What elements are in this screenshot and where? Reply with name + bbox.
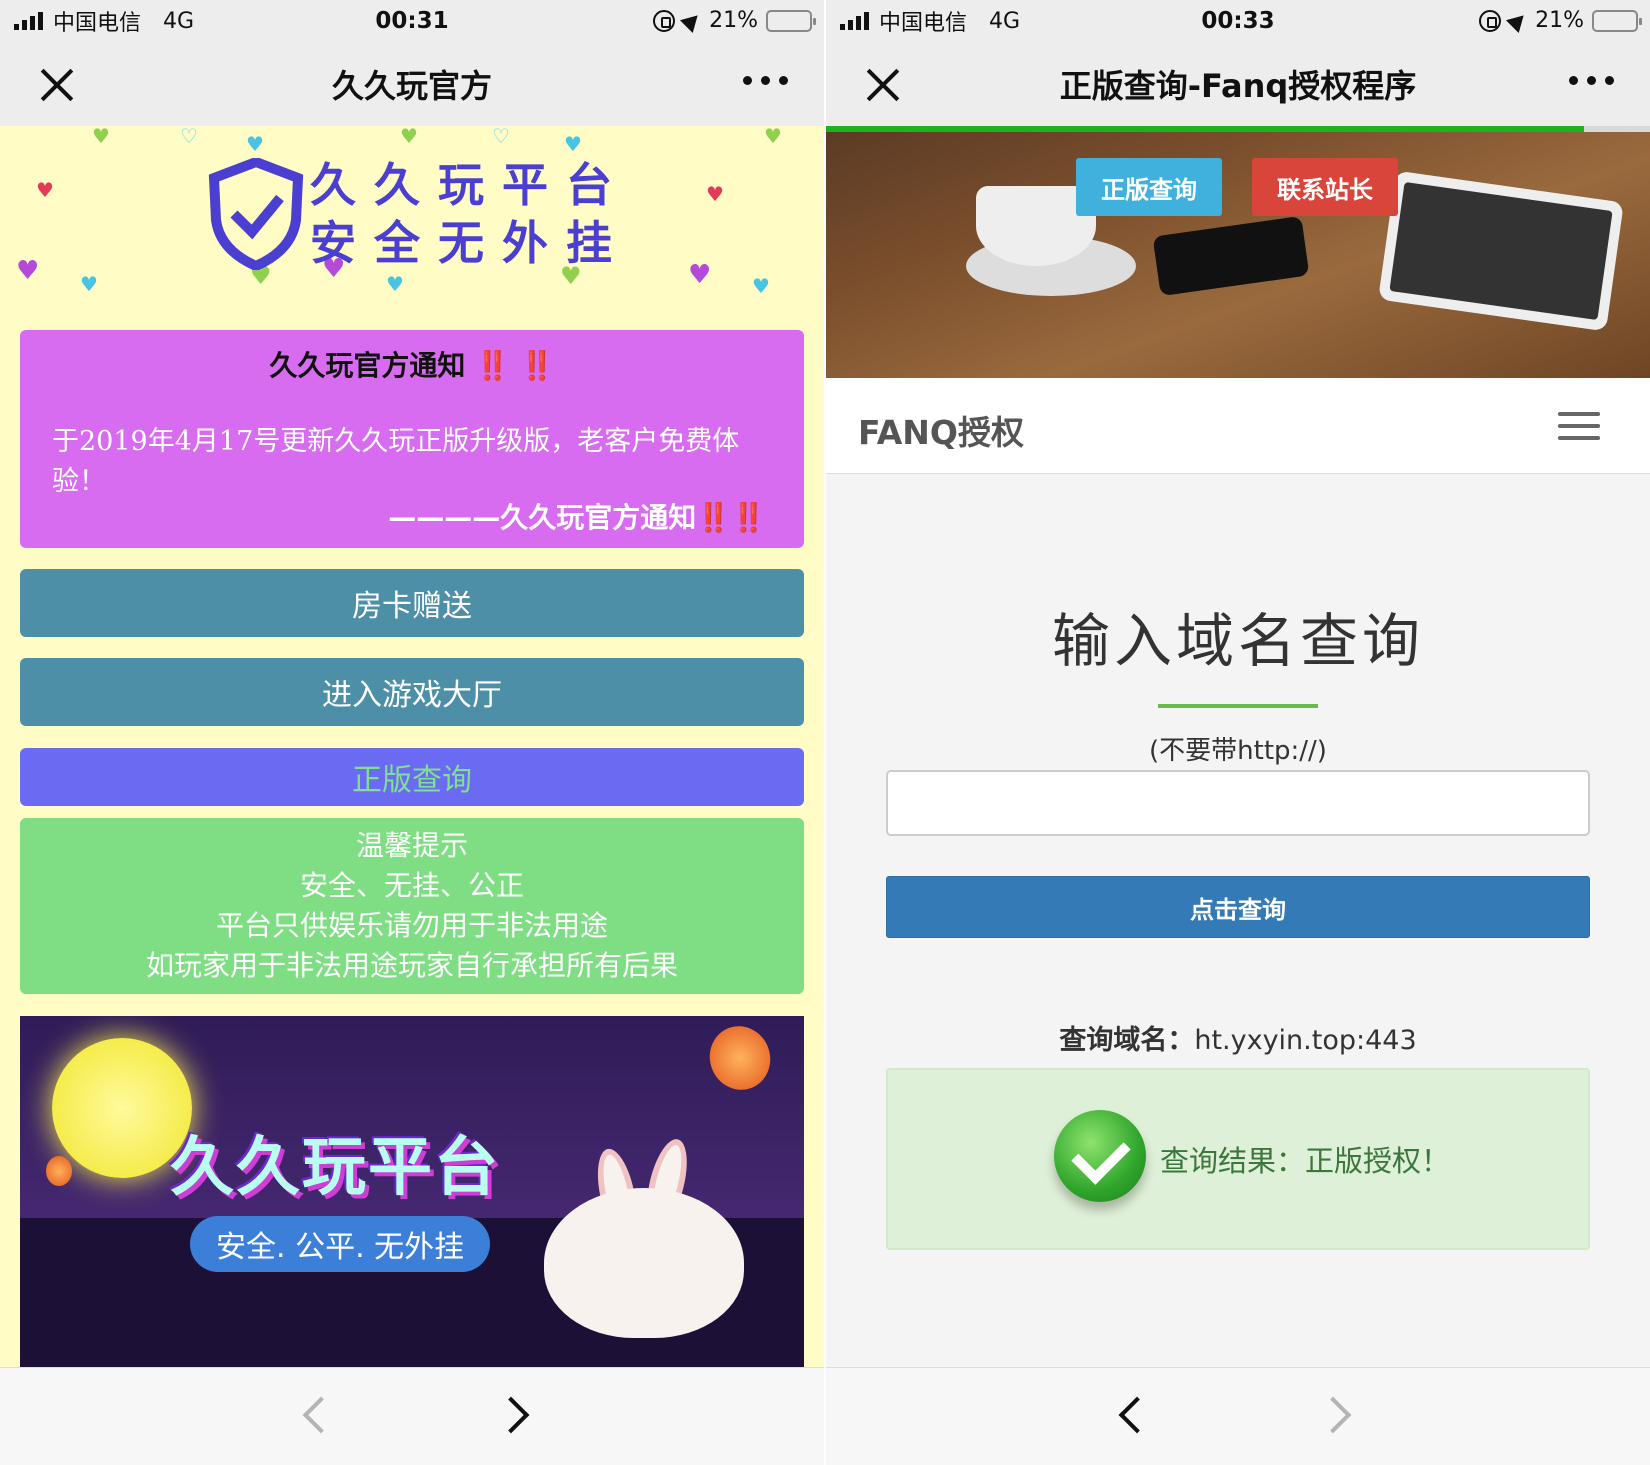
status-bar: 中国电信 4G 00:33 21%	[826, 0, 1650, 42]
site-brand[interactable]: FANQ授权	[858, 406, 1024, 454]
rotation-lock-icon	[653, 9, 676, 32]
query-heading: 输入域名查询	[1051, 607, 1424, 675]
heart-decoration-icon: ♥	[16, 256, 40, 286]
signal-icon	[14, 12, 43, 30]
close-icon[interactable]	[40, 68, 74, 102]
forward-arrow-icon[interactable]	[496, 1398, 530, 1432]
heart-decoration-icon: ♥	[80, 272, 98, 296]
carrier-label: 中国电信	[879, 11, 968, 36]
tips-line: 如玩家用于非法用途玩家自行承担所有后果	[145, 949, 678, 982]
page-load-progress	[826, 126, 1650, 132]
carrier-label: 中国电信	[53, 11, 142, 36]
room-card-gift-button[interactable]: 房卡赠送	[20, 569, 804, 637]
page-title: 正版查询-Fanq授权程序	[1059, 67, 1417, 105]
platform-logo: 久久玩平台 安全无外挂	[208, 156, 630, 272]
queried-domain-label: 查询域名：	[1059, 1025, 1195, 1056]
battery-icon	[1592, 9, 1642, 32]
hero-image: 正版查询 联系站长	[826, 126, 1650, 378]
notice-body: 于2019年4月17号更新久久玩正版升级版，老客户免费体验！	[52, 426, 740, 497]
notice-title: 久久玩官方通知	[269, 349, 466, 382]
battery-percent: 21%	[1535, 8, 1584, 33]
queried-domain-value: ht.yxyin.top:443	[1194, 1025, 1417, 1056]
tips-panel: 温馨提示 安全、无挂、公正 平台只供娱乐请勿用于非法用途 如玩家用于非法用途玩家…	[20, 818, 804, 994]
heart-decoration-icon: ♥	[92, 126, 110, 148]
verify-genuine-button[interactable]: 正版查询	[1076, 158, 1222, 216]
heart-decoration-icon: ♥	[386, 272, 404, 296]
battery-percent: 21%	[709, 8, 758, 33]
lantern-illustration	[46, 1156, 72, 1186]
heart-decoration-icon: ♥	[706, 182, 724, 206]
signal-icon	[840, 12, 869, 30]
forward-arrow-icon[interactable]	[1318, 1398, 1352, 1432]
page-title: 久久玩官方	[331, 67, 492, 105]
tips-line: 平台只供娱乐请勿用于非法用途	[215, 909, 608, 942]
heading-underline	[1158, 704, 1318, 708]
double-exclamation-icon: ‼️ ‼️	[475, 349, 555, 382]
query-result-alert: 查询结果：正版授权！	[886, 1068, 1590, 1250]
query-hint: (不要带http://)	[1149, 736, 1327, 766]
notice-signature: ————久久玩官方通知	[388, 501, 697, 534]
heart-decoration-icon: ♥	[752, 274, 770, 298]
check-circle-icon	[1054, 1110, 1146, 1202]
site-navbar: FANQ授权	[826, 378, 1650, 474]
banner-title: 久久玩平台	[170, 1131, 500, 1205]
heart-decoration-icon: ♥	[764, 126, 782, 148]
browser-toolbar	[0, 1367, 824, 1465]
network-label: 4G	[989, 8, 1021, 34]
heart-decoration-icon: ♥	[36, 178, 54, 202]
tablet-illustration	[1378, 170, 1624, 332]
location-icon	[680, 8, 705, 33]
browser-toolbar	[826, 1367, 1650, 1465]
heart-decoration-icon: ♡	[180, 126, 198, 148]
screenshot-composite: 中国电信 4G 00:31 21% 久久玩官方 ♥ ♡ ♥ ♥ ♡ ♥ ♥ ♥ …	[0, 0, 1650, 1465]
logo-line-1: 久久玩平台	[310, 158, 630, 212]
rotation-lock-icon	[1479, 9, 1502, 32]
domain-input[interactable]	[886, 770, 1590, 836]
query-button[interactable]: 点击查询	[886, 876, 1590, 938]
left-phone-screen: 中国电信 4G 00:31 21% 久久玩官方 ♥ ♡ ♥ ♥ ♡ ♥ ♥ ♥ …	[0, 0, 824, 1465]
query-result-text: 查询结果：正版授权！	[1160, 1144, 1451, 1178]
hamburger-menu-icon[interactable]	[1558, 412, 1600, 448]
right-phone-screen: 中国电信 4G 00:33 21% 正版查询-Fanq授权程序 正版查询 联系站…	[826, 0, 1650, 1465]
back-arrow-icon[interactable]	[1116, 1398, 1150, 1432]
status-bar: 中国电信 4G 00:31 21%	[0, 0, 824, 42]
heart-decoration-icon: ♥	[688, 260, 712, 290]
verify-genuine-button[interactable]: 正版查询	[20, 748, 804, 806]
nav-bar: 久久玩官方	[0, 42, 824, 126]
heart-decoration-icon: ♥	[246, 132, 264, 156]
official-notice: 久久玩官方通知 ‼️ ‼️ 于2019年4月17号更新久久玩正版升级版，老客户免…	[20, 330, 804, 548]
banner-slogan: 安全. 公平. 无外挂	[190, 1216, 491, 1272]
tips-line: 温馨提示	[355, 829, 468, 862]
location-icon	[1506, 8, 1531, 33]
more-options-icon[interactable]	[743, 76, 788, 85]
page-content: ♥ ♡ ♥ ♥ ♡ ♥ ♥ ♥ ♥ ♥ ♥ ♥ ♥ ♥ ♥ ♥ ♥ 久久玩平台	[0, 126, 824, 1367]
double-exclamation-icon: ‼️‼️	[696, 501, 766, 534]
nav-bar: 正版查询-Fanq授权程序	[826, 42, 1650, 126]
contact-admin-button[interactable]: 联系站长	[1252, 158, 1398, 216]
heart-decoration-icon: ♡	[492, 126, 510, 148]
more-options-icon[interactable]	[1569, 76, 1614, 85]
enter-lobby-button[interactable]: 进入游戏大厅	[20, 658, 804, 726]
back-arrow-icon[interactable]	[300, 1398, 334, 1432]
shield-check-icon	[208, 156, 304, 272]
heart-decoration-icon: ♥	[564, 132, 582, 156]
battery-icon	[766, 9, 816, 32]
rabbit-illustration	[544, 1188, 744, 1338]
platform-banner-image: 久久玩平台 安全. 公平. 无外挂	[20, 1016, 804, 1367]
page-content: 正版查询 联系站长 FANQ授权 输入域名查询 (不要带http://) 点击查…	[826, 126, 1650, 1367]
heart-decoration-icon: ♥	[400, 126, 418, 148]
smartphone-illustration	[1152, 215, 1310, 297]
close-icon[interactable]	[866, 68, 900, 102]
queried-domain: 查询域名：ht.yxyin.top:443	[826, 1018, 1650, 1057]
network-label: 4G	[163, 8, 195, 34]
logo-line-2: 安全无外挂	[310, 216, 630, 270]
tips-line: 安全、无挂、公正	[299, 869, 524, 902]
